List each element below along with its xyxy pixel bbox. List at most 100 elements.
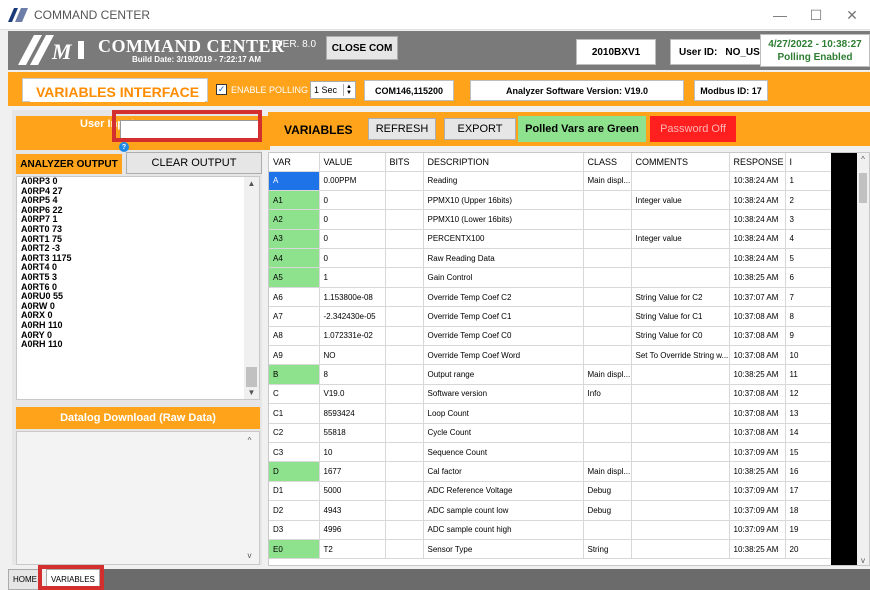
cell-response[interactable]: 10:38:25 AM bbox=[729, 364, 786, 385]
cell-class[interactable] bbox=[583, 267, 632, 288]
cell-bits[interactable] bbox=[385, 209, 424, 230]
cell-comments[interactable] bbox=[631, 520, 730, 540]
table-row[interactable]: D 1677 Cal factor Main displ... 10:38:25 AM 1… bbox=[269, 461, 832, 482]
cell-i[interactable]: 12 bbox=[785, 384, 832, 405]
cell-comments[interactable] bbox=[631, 209, 730, 230]
analyzer-output-list[interactable]: A0RP3 0 A0RP4 27 A0RP5 4 A0RP6 22 A0RP7 1 A0R… bbox=[16, 176, 260, 400]
cell-desc[interactable]: ADC sample count low bbox=[423, 500, 584, 521]
cell-var[interactable]: C3 bbox=[269, 442, 320, 463]
cell-bits[interactable] bbox=[385, 171, 424, 191]
cell-value[interactable]: -2.342430e-05 bbox=[319, 306, 386, 327]
column-header[interactable]: VAR bbox=[269, 153, 320, 172]
cell-class[interactable]: Debug bbox=[583, 481, 632, 502]
cell-desc[interactable]: Override Temp Coef C2 bbox=[423, 287, 584, 308]
cell-var[interactable]: A7 bbox=[269, 306, 320, 327]
cell-var[interactable]: A1 bbox=[269, 190, 320, 211]
cell-response[interactable]: 10:37:08 AM bbox=[729, 403, 786, 424]
cell-var[interactable]: D3 bbox=[269, 520, 320, 540]
cell-i[interactable]: 17 bbox=[785, 481, 832, 502]
cell-desc[interactable]: Software version bbox=[423, 384, 584, 405]
cell-desc[interactable]: Override Temp Coef C1 bbox=[423, 306, 584, 327]
cell-comments[interactable]: String Value for C1 bbox=[631, 306, 730, 327]
cell-i[interactable]: 9 bbox=[785, 326, 832, 347]
cell-bits[interactable] bbox=[385, 442, 424, 463]
cell-var[interactable]: A bbox=[269, 171, 320, 191]
cell-i[interactable]: 20 bbox=[785, 539, 832, 560]
minimize-button[interactable]: — bbox=[762, 0, 798, 30]
scroll-up-icon[interactable]: ^ bbox=[857, 155, 869, 164]
cell-class[interactable] bbox=[583, 209, 632, 230]
cell-desc[interactable]: Sensor Type bbox=[423, 539, 584, 560]
cell-response[interactable]: 10:37:08 AM bbox=[729, 326, 786, 347]
tab-home[interactable]: HOME bbox=[8, 569, 42, 590]
cell-i[interactable]: 7 bbox=[785, 287, 832, 308]
close-com-button[interactable]: CLOSE COM bbox=[326, 36, 398, 60]
cell-response[interactable]: 10:38:25 AM bbox=[729, 267, 786, 288]
cell-comments[interactable] bbox=[631, 403, 730, 424]
cell-i[interactable]: 10 bbox=[785, 345, 832, 366]
cell-bits[interactable] bbox=[385, 287, 424, 308]
cell-var[interactable]: A3 bbox=[269, 229, 320, 250]
cell-comments[interactable] bbox=[631, 423, 730, 443]
table-row[interactable]: B 8 Output range Main displ... 10:38:25 AM 11 bbox=[269, 364, 832, 385]
table-row[interactable]: A2 0 PPMX10 (Lower 16bits) 10:38:24 AM 3 bbox=[269, 209, 832, 230]
cell-value[interactable]: NO bbox=[319, 345, 386, 366]
cell-response[interactable]: 10:37:08 AM bbox=[729, 384, 786, 405]
cell-bits[interactable] bbox=[385, 461, 424, 482]
column-header[interactable]: BITS bbox=[385, 153, 424, 172]
cell-class[interactable]: Info bbox=[583, 384, 632, 405]
cell-var[interactable]: C1 bbox=[269, 403, 320, 424]
column-header[interactable]: COMMENTS bbox=[631, 153, 730, 172]
cell-class[interactable] bbox=[583, 248, 632, 269]
cell-value[interactable]: 8593424 bbox=[319, 403, 386, 424]
column-header[interactable]: RESPONSE bbox=[729, 153, 786, 172]
column-header[interactable]: I bbox=[785, 153, 832, 172]
table-row[interactable]: A6 1.153800e-08 Override Temp Coef C2 Strin… bbox=[269, 287, 832, 308]
table-row[interactable]: A4 0 Raw Reading Data 10:38:24 AM 5 bbox=[269, 248, 832, 269]
cell-bits[interactable] bbox=[385, 306, 424, 327]
scroll-down-icon[interactable]: v bbox=[857, 556, 869, 565]
cell-i[interactable]: 16 bbox=[785, 461, 832, 482]
cell-response[interactable]: 10:38:24 AM bbox=[729, 248, 786, 269]
cell-comments[interactable]: String Value for C0 bbox=[631, 326, 730, 347]
scroll-up-icon[interactable]: ^ bbox=[242, 436, 257, 445]
cell-bits[interactable] bbox=[385, 190, 424, 211]
cell-class[interactable] bbox=[583, 306, 632, 327]
cell-bits[interactable] bbox=[385, 248, 424, 269]
cell-class[interactable] bbox=[583, 287, 632, 308]
cell-value[interactable]: 55818 bbox=[319, 423, 386, 443]
cell-class[interactable] bbox=[583, 442, 632, 463]
column-header[interactable]: DESCRIPTION bbox=[423, 153, 584, 172]
cell-class[interactable] bbox=[583, 423, 632, 443]
cell-value[interactable]: 0 bbox=[319, 190, 386, 211]
cell-i[interactable]: 11 bbox=[785, 364, 832, 385]
column-header[interactable]: CLASS bbox=[583, 153, 632, 172]
cell-comments[interactable]: Set To Override String w... bbox=[631, 345, 730, 366]
cell-response[interactable]: 10:38:24 AM bbox=[729, 229, 786, 250]
cell-response[interactable]: 10:37:09 AM bbox=[729, 520, 786, 540]
cell-comments[interactable] bbox=[631, 461, 730, 482]
cell-var[interactable]: D bbox=[269, 461, 320, 482]
cell-value[interactable]: 5000 bbox=[319, 481, 386, 502]
table-row[interactable]: D3 4996 ADC sample count high 10:37:09 AM 19 bbox=[269, 520, 832, 540]
cell-var[interactable]: C bbox=[269, 384, 320, 405]
cell-i[interactable]: 4 bbox=[785, 229, 832, 250]
cell-comments[interactable] bbox=[631, 539, 730, 560]
cell-response[interactable]: 10:38:24 AM bbox=[729, 171, 786, 191]
cell-bits[interactable] bbox=[385, 520, 424, 540]
cell-var[interactable]: A2 bbox=[269, 209, 320, 230]
cell-response[interactable]: 10:37:09 AM bbox=[729, 481, 786, 502]
cell-comments[interactable] bbox=[631, 500, 730, 521]
column-header[interactable]: VALUE bbox=[319, 153, 386, 172]
output-scrollbar[interactable]: ▲ ▼ bbox=[244, 177, 259, 399]
cell-desc[interactable]: Sequence Count bbox=[423, 442, 584, 463]
cell-bits[interactable] bbox=[385, 326, 424, 347]
cell-comments[interactable] bbox=[631, 442, 730, 463]
cell-value[interactable]: 4996 bbox=[319, 520, 386, 540]
cell-comments[interactable] bbox=[631, 267, 730, 288]
cell-comments[interactable] bbox=[631, 248, 730, 269]
table-row[interactable]: C V19.0 Software version Info 10:37:08 AM 12 bbox=[269, 384, 832, 405]
cell-class[interactable] bbox=[583, 345, 632, 366]
cell-class[interactable]: Debug bbox=[583, 500, 632, 521]
cell-bits[interactable] bbox=[385, 481, 424, 502]
